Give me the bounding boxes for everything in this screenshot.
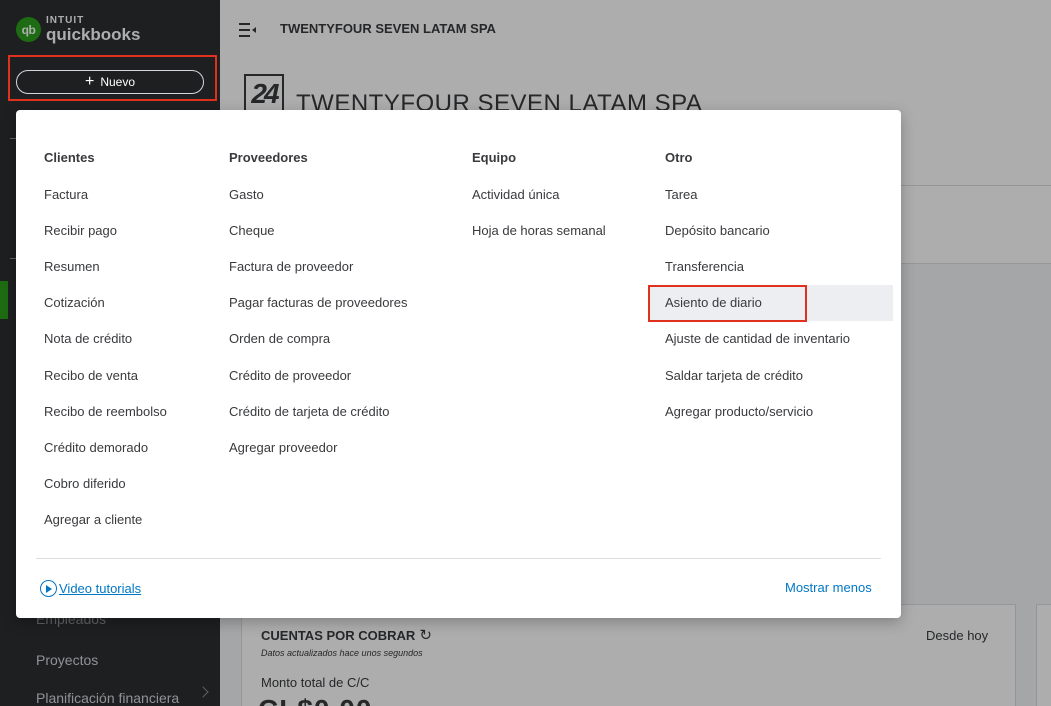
journal-entry-highlight [648,285,807,322]
menu-item-cotizacion[interactable]: Cotización [44,295,105,310]
menu-item-gasto[interactable]: Gasto [229,187,264,202]
menu-divider [36,558,881,559]
menu-item-nota-de-credito[interactable]: Nota de crédito [44,331,132,346]
menu-item-saldar-tarjeta-de-credito[interactable]: Saldar tarjeta de crédito [665,368,803,383]
menu-item-credito-de-proveedor[interactable]: Crédito de proveedor [229,368,351,383]
menu-item-factura-de-proveedor[interactable]: Factura de proveedor [229,259,353,274]
menu-item-pagar-facturas-de-proveedores[interactable]: Pagar facturas de proveedores [229,295,408,310]
menu-item-actividad-unica[interactable]: Actividad única [472,187,559,202]
menu-column-heading: Equipo [472,150,517,165]
menu-item-deposito-bancario[interactable]: Depósito bancario [665,223,770,238]
menu-item-hoja-de-horas-semanal[interactable]: Hoja de horas semanal [472,223,606,238]
menu-item-credito-demorado[interactable]: Crédito demorado [44,440,148,455]
menu-item-tarea[interactable]: Tarea [665,187,698,202]
menu-item-cobro-diferido[interactable]: Cobro diferido [44,476,126,491]
menu-item-credito-de-tarjeta-de-credito[interactable]: Crédito de tarjeta de crédito [229,404,389,419]
menu-column-heading: Otro [665,150,693,165]
menu-item-recibo-de-reembolso[interactable]: Recibo de reembolso [44,404,167,419]
video-tutorials-link[interactable]: Video tutorials [40,580,141,597]
new-menu-panel [16,110,901,618]
menu-item-ajuste-de-cantidad-de-inventario[interactable]: Ajuste de cantidad de inventario [665,331,850,346]
menu-item-resumen[interactable]: Resumen [44,259,100,274]
menu-item-orden-de-compra[interactable]: Orden de compra [229,331,330,346]
menu-column-heading: Proveedores [229,150,308,165]
show-less-link[interactable]: Mostrar menos [785,580,872,595]
menu-item-agregar-producto-servicio[interactable]: Agregar producto/servicio [665,404,813,419]
plus-icon: + [84,73,95,90]
play-circle-icon [40,580,57,597]
menu-item-cheque[interactable]: Cheque [229,223,275,238]
menu-item-recibir-pago[interactable]: Recibir pago [44,223,117,238]
menu-item-recibo-de-venta[interactable]: Recibo de venta [44,368,138,383]
menu-item-agregar-proveedor[interactable]: Agregar proveedor [229,440,337,455]
menu-item-agregar-a-cliente[interactable]: Agregar a cliente [44,512,142,527]
new-button-label: Nuevo [100,75,136,89]
menu-column-heading: Clientes [44,150,95,165]
new-button[interactable]: + Nuevo [16,70,204,94]
menu-item-transferencia[interactable]: Transferencia [665,259,744,274]
menu-item-factura[interactable]: Factura [44,187,88,202]
